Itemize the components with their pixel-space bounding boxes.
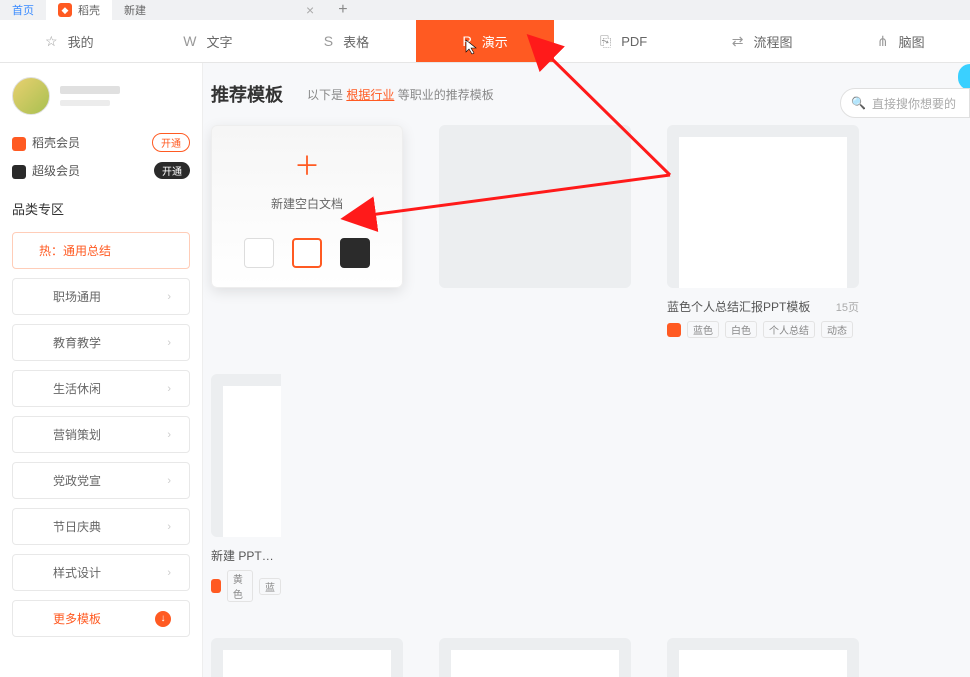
profile[interactable] [12, 77, 190, 115]
chevron-right-icon: › [167, 337, 171, 349]
sheet-icon: S [324, 33, 333, 49]
content: 推荐模板 以下是 根据行业 等职业的推荐模板 🔍 直接搜你想要的 ＋ 新建空白文… [203, 63, 970, 677]
fire-icon: ◆ [58, 3, 72, 17]
open-button-2[interactable]: 开通 [154, 162, 190, 179]
vip-icon [667, 323, 681, 337]
badge-orange-icon [12, 137, 26, 151]
chevron-right-icon: › [167, 475, 171, 487]
tab-daoke[interactable]: ◆ 稻壳 [46, 0, 112, 20]
cat-education[interactable]: 教育教学› [12, 324, 190, 361]
chevron-right-icon: › [167, 291, 171, 303]
toolbar: ☆我的 W文字 S表格 P演示 ⎘PDF ⇄流程图 ⋔脑图 [0, 20, 970, 63]
mind-icon: ⋔ [877, 33, 889, 50]
plus-icon: ＋ [294, 146, 320, 183]
text-icon: W [183, 33, 196, 49]
tool-mind[interactable]: ⋔脑图 [831, 32, 970, 51]
chevron-right-icon: › [167, 521, 171, 533]
download-icon: ↓ [155, 611, 171, 627]
card-create-blank[interactable]: ＋ 新建空白文档 [211, 125, 403, 338]
search-placeholder: 直接搜你想要的 [872, 95, 956, 112]
card-template-analects[interactable]: 中国风论语古典演示汇报模板13页 中国风白色静态黑色 [667, 638, 859, 677]
profile-name [60, 86, 120, 94]
tab-add[interactable]: + [326, 0, 359, 20]
card-template-governance[interactable]: 谈治国理政第三卷第十六专题…27页 黄色红色动态宽屏 [439, 638, 631, 677]
open-button-1[interactable]: 开通 [152, 133, 190, 152]
pdf-icon: ⎘ [600, 33, 611, 50]
chevron-right-icon: › [167, 429, 171, 441]
window-tabs: 首页 ◆ 稻壳 新建 × + [0, 0, 970, 20]
cat-style[interactable]: 样式设计› [12, 554, 190, 591]
cat-life[interactable]: 生活休闲› [12, 370, 190, 407]
cat-party[interactable]: 党政党宣› [12, 462, 190, 499]
tool-pdf[interactable]: ⎘PDF [554, 33, 693, 50]
tab-new[interactable]: 新建 × [112, 0, 326, 20]
industry-link[interactable]: 根据行业 [346, 88, 394, 102]
profile-sub [60, 100, 110, 106]
present-icon: P [462, 33, 471, 49]
tab-new-label: 新建 [124, 2, 146, 18]
section-title: 品类专区 [12, 199, 190, 218]
swatch-white[interactable] [244, 238, 274, 268]
badge-black-icon [12, 165, 26, 179]
vip-icon [211, 579, 221, 593]
avatar [12, 77, 50, 115]
tool-present[interactable]: P演示 [416, 20, 555, 62]
chevron-right-icon: › [167, 383, 171, 395]
swatch-black[interactable] [340, 238, 370, 268]
search-icon: 🔍 [851, 96, 866, 110]
create-label: 新建空白文档 [271, 195, 343, 212]
flow-icon: ⇄ [732, 33, 744, 50]
tool-my[interactable]: ☆我的 [0, 32, 139, 51]
tab-daoke-label: 稻壳 [78, 2, 100, 18]
cat-marketing[interactable]: 营销策划› [12, 416, 190, 453]
cat-hot[interactable]: 热：通用总结 [12, 232, 190, 269]
cat-workplace[interactable]: 职场通用› [12, 278, 190, 315]
cat-festival[interactable]: 节日庆典› [12, 508, 190, 545]
member-daoke[interactable]: 稻壳会员 开通 [12, 133, 190, 152]
tool-sheet[interactable]: S表格 [277, 32, 416, 51]
member-super[interactable]: 超级会员 开通 [12, 162, 190, 179]
close-icon[interactable]: × [306, 2, 314, 18]
swatch-selected[interactable] [292, 238, 322, 268]
page-subtitle: 以下是 根据行业 等职业的推荐模板 [307, 86, 494, 103]
card-template-partial-1[interactable]: 新建 PPT演示 黄色蓝 [211, 374, 281, 602]
card-placeholder[interactable] [439, 125, 631, 338]
star-icon: ☆ [45, 33, 58, 50]
card-template-blue-summary[interactable]: 蓝色个人总结汇报PPT模板15页 蓝色白色个人总结动态 [667, 125, 859, 338]
tab-home[interactable]: 首页 [0, 0, 46, 20]
card-template-ancient-city[interactable]: 古城旧居-国风演示10页 中国风静态黑色古城 [211, 638, 403, 677]
page-title: 推荐模板 [211, 81, 283, 107]
tool-text[interactable]: W文字 [139, 32, 278, 51]
chevron-right-icon: › [167, 567, 171, 579]
cat-more[interactable]: 更多模板↓ [12, 600, 190, 637]
sidebar: 稻壳会员 开通 超级会员 开通 品类专区 热：通用总结 职场通用› 教育教学› … [0, 63, 203, 677]
tool-flow[interactable]: ⇄流程图 [693, 32, 832, 51]
search-input[interactable]: 🔍 直接搜你想要的 [840, 88, 970, 118]
